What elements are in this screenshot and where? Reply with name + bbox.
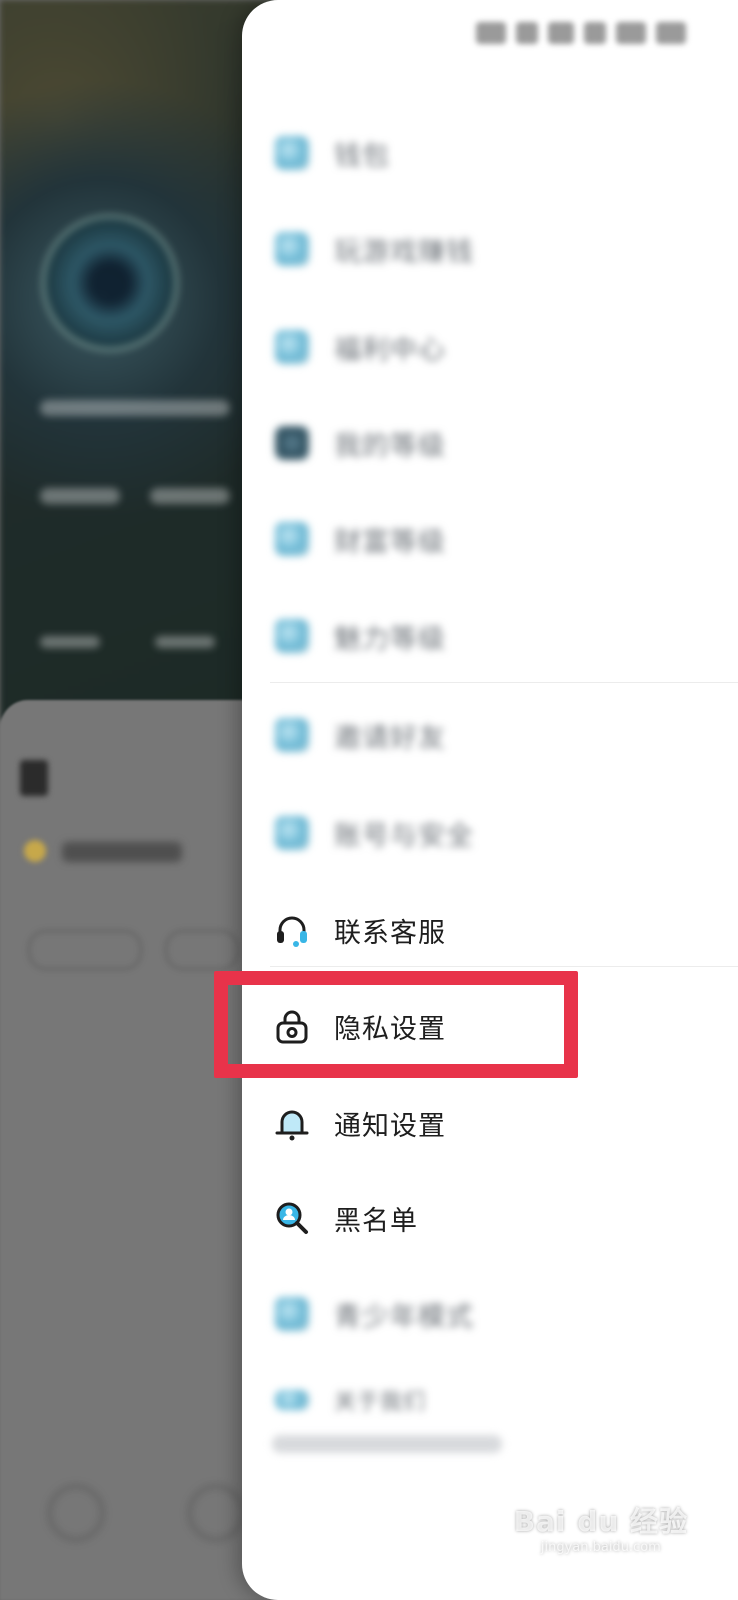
tag-chip (165, 930, 239, 970)
menu-item-wealth-level[interactable]: 财富等级 (272, 503, 712, 575)
vip-badge-icon (24, 840, 46, 862)
profile-count-placeholder (155, 636, 215, 648)
menu-item-label: 联系客服 (334, 917, 446, 949)
menu-item-about-us[interactable]: 关于我们 (272, 1370, 712, 1430)
invite-icon (272, 715, 312, 755)
search-user-icon (272, 1198, 312, 1238)
menu-divider (270, 682, 738, 683)
menu-item-label: 福利中心 (334, 334, 446, 366)
profile-signature-placeholder (40, 400, 230, 416)
menu-item-welfare-center[interactable]: 福利中心 (272, 311, 712, 383)
watermark-url: jingyan.baidu.com (540, 1540, 661, 1555)
menu-item-label: 关于我们 (334, 1390, 427, 1415)
gift-icon (272, 327, 312, 367)
menu-item-privacy-settings[interactable]: 隐私设置 (272, 990, 712, 1062)
menu-item-notification-settings[interactable]: 通知设置 (272, 1087, 712, 1159)
watermark-brand: Bai du 经验 (513, 1505, 688, 1538)
charm-icon (272, 616, 312, 656)
menu-item-label: 魅力等级 (334, 623, 446, 655)
menu-item-label: 财富等级 (334, 526, 446, 558)
menu-item-play-games[interactable]: 玩游戏赚钱 (272, 213, 712, 285)
profile-stat-placeholder (40, 488, 120, 504)
version-info-placeholder (272, 1435, 502, 1453)
menu-item-label: 账号与安全 (334, 820, 474, 852)
profile-name-placeholder (20, 760, 48, 796)
baidu-watermark: Bai du 经验 jingyan.baidu.com (514, 1500, 688, 1555)
lock-icon (272, 1006, 312, 1046)
profile-stat-placeholder (150, 488, 230, 504)
menu-item-teen-mode[interactable]: 青少年模式 (272, 1278, 712, 1350)
menu-item-contact-support[interactable]: 联系客服 (272, 894, 712, 966)
bell-icon (272, 1103, 312, 1143)
wealth-icon (272, 519, 312, 559)
info-icon (272, 1380, 312, 1420)
teen-mode-icon (272, 1294, 312, 1334)
level-icon (272, 423, 312, 463)
menu-item-label: 玩游戏赚钱 (334, 236, 474, 268)
menu-item-label: 通知设置 (334, 1110, 446, 1142)
status-bar (476, 18, 686, 48)
tab-bar-icon (48, 1485, 104, 1541)
game-icon (272, 229, 312, 269)
menu-item-charm-level[interactable]: 魅力等级 (272, 600, 712, 672)
profile-count-placeholder (40, 636, 100, 648)
tag-chip (28, 930, 142, 970)
tab-bar-icon (188, 1485, 244, 1541)
menu-item-blacklist[interactable]: 黑名单 (272, 1182, 712, 1254)
wallet-icon (272, 133, 312, 173)
menu-item-wallet[interactable]: 钱包 (272, 117, 712, 189)
menu-item-label: 黑名单 (334, 1205, 418, 1237)
vip-text-placeholder (62, 842, 182, 862)
menu-divider (270, 966, 738, 967)
menu-item-label: 我的等级 (334, 430, 446, 462)
headset-icon (272, 910, 312, 950)
menu-item-label: 邀请好友 (334, 722, 446, 754)
avatar (42, 215, 178, 351)
menu-item-invite-friends[interactable]: 邀请好友 (272, 699, 712, 771)
menu-item-account-security[interactable]: 账号与安全 (272, 797, 712, 869)
menu-item-label: 钱包 (334, 140, 390, 172)
menu-item-my-level[interactable]: 我的等级 (272, 407, 712, 479)
menu-item-label: 隐私设置 (334, 1013, 446, 1045)
shield-icon (272, 813, 312, 853)
menu-item-label: 青少年模式 (334, 1301, 474, 1333)
